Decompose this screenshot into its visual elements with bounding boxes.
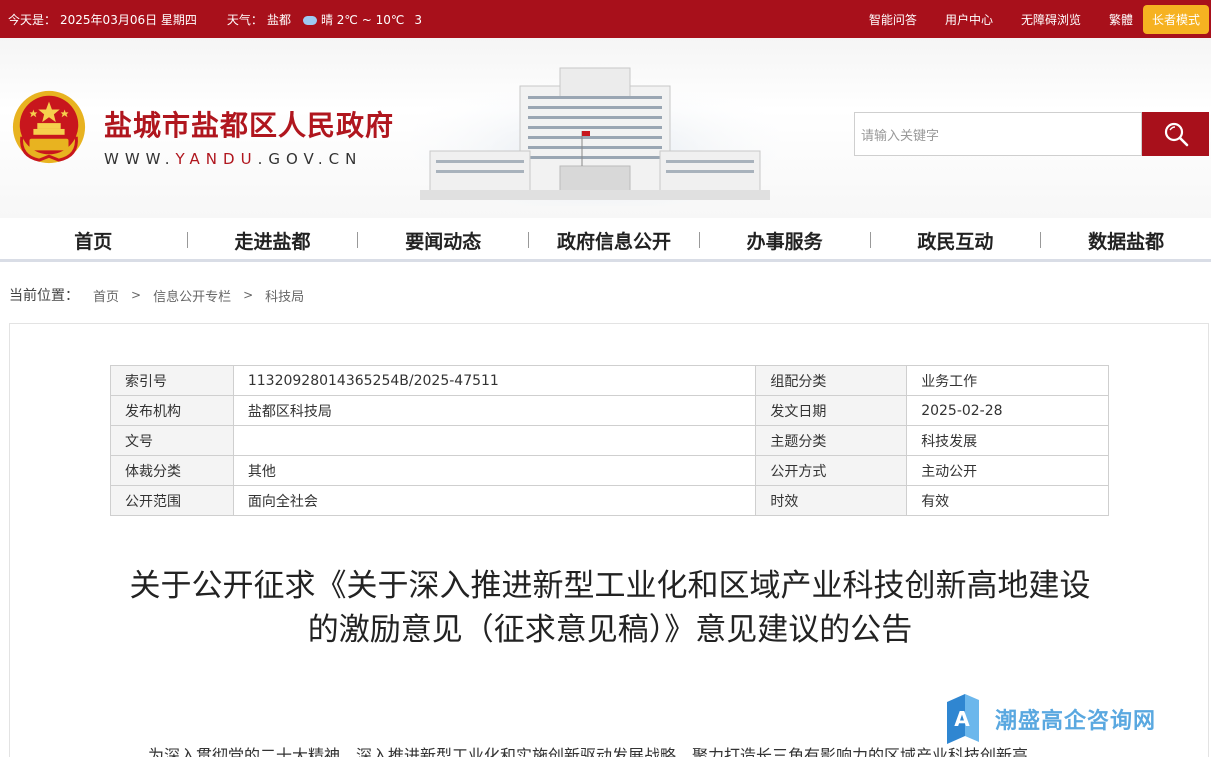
url-prefix: WWW. [104, 150, 176, 168]
meta-value: 2025-02-28 [906, 395, 1109, 426]
breadcrumb-separator: > [243, 288, 254, 302]
article-title-line: 关于公开征求《关于深入推进新型工业化和区域产业科技创新高地建设 [129, 568, 1091, 604]
nav-about-yandu[interactable]: 走进盐都 [188, 227, 358, 254]
date-weather: 今天是： 2025年03月06日 星期四 天气： 盐都 晴 2℃ ~ 10℃ 3 [8, 11, 426, 28]
url-highlight: YANDU [175, 150, 258, 168]
table-row: 体裁分类 其他 公开方式 主动公开 [110, 455, 1109, 486]
top-bar: 今天是： 2025年03月06日 星期四 天气： 盐都 晴 2℃ ~ 10℃ 3… [0, 0, 1211, 38]
watermark: A 潮盛高企咨询网 [943, 694, 1156, 744]
meta-key: 文号 [110, 425, 234, 456]
nav-interaction[interactable]: 政民互动 [871, 227, 1041, 254]
meta-key: 公开范围 [110, 485, 234, 516]
traditional-chinese-link[interactable]: 繁體 [1109, 11, 1133, 28]
meta-value: 11320928014365254B/2025-47511 [232, 365, 757, 396]
nav-home[interactable]: 首页 [0, 227, 187, 254]
breadcrumb-home[interactable]: 首页 [93, 286, 119, 305]
national-emblem-icon [12, 90, 86, 164]
meta-value: 主动公开 [906, 455, 1109, 486]
user-center-link[interactable]: 用户中心 [945, 11, 993, 28]
meta-value: 其他 [232, 455, 757, 486]
meta-value: 盐都区科技局 [232, 395, 757, 426]
meta-key: 公开方式 [755, 455, 908, 486]
breadcrumb-label: 当前位置： [9, 288, 79, 304]
article-title: 关于公开征求《关于深入推进新型工业化和区域产业科技创新高地建设 的激励意见（征求… [10, 564, 1210, 652]
meta-value [232, 425, 757, 456]
cloud-icon [302, 16, 317, 25]
meta-value: 有效 [906, 485, 1109, 516]
site-header: 盐城市盐都区人民政府 WWW.YANDU.GOV.CN 请输入关键字 [0, 38, 1211, 218]
nav-data[interactable]: 数据盐都 [1041, 227, 1211, 254]
weather-text: 晴 2℃ ~ 10℃ [320, 13, 405, 27]
nav-services[interactable]: 办事服务 [700, 227, 870, 254]
metadata-table: 索引号 11320928014365254B/2025-47511 组配分类 业… [110, 365, 1109, 516]
accessibility-link[interactable]: 无障碍浏览 [1021, 11, 1081, 28]
watermark-text: 潮盛高企咨询网 [995, 708, 1157, 734]
search-input[interactable]: 请输入关键字 [854, 112, 1142, 156]
meta-key: 索引号 [110, 365, 234, 396]
breadcrumb: 当前位置： 首页 > 信息公开专栏 > 科技局 [9, 285, 304, 305]
nav-news[interactable]: 要闻动态 [358, 227, 528, 254]
city-text: 盐都 [266, 13, 291, 27]
table-row: 索引号 11320928014365254B/2025-47511 组配分类 业… [110, 365, 1109, 396]
meta-key: 主题分类 [755, 425, 908, 456]
site-title: 盐城市盐都区人民政府 [104, 109, 395, 142]
meta-value: 业务工作 [906, 365, 1109, 396]
meta-key: 体裁分类 [110, 455, 234, 486]
breadcrumb-separator: > [131, 288, 142, 302]
meta-value: 科技发展 [906, 425, 1109, 456]
date-label: 今天是： [8, 13, 57, 27]
watermark-logo-icon: A [947, 694, 979, 744]
watermark-logo-letter: A [954, 707, 970, 731]
table-row: 公开范围 面向全社会 时效 有效 [110, 485, 1109, 516]
weather-label: 天气： [226, 13, 263, 27]
meta-key: 发布机构 [110, 395, 234, 426]
meta-key: 时效 [755, 485, 908, 516]
nav-gov-info[interactable]: 政府信息公开 [529, 227, 699, 254]
table-row: 文号 主题分类 科技发展 [110, 425, 1109, 456]
meta-value: 面向全社会 [232, 485, 757, 516]
nav-underline [0, 259, 1211, 262]
article-panel: 索引号 11320928014365254B/2025-47511 组配分类 业… [9, 323, 1209, 757]
smart-qa-link[interactable]: 智能问答 [869, 11, 917, 28]
meta-key: 发文日期 [755, 395, 908, 426]
main-nav: 首页 走进盐都 要闻动态 政府信息公开 办事服务 政民互动 数据盐都 [0, 218, 1211, 262]
table-row: 发布机构 盐都区科技局 发文日期 2025-02-28 [110, 395, 1109, 426]
meta-key: 组配分类 [755, 365, 908, 396]
elder-mode-button[interactable]: 长者模式 [1142, 4, 1209, 34]
url-suffix: .GOV.CN [257, 150, 363, 168]
breadcrumb-tech-bureau[interactable]: 科技局 [265, 286, 304, 305]
government-building-image [410, 67, 780, 206]
article-title-line: 的激励意见（征求意见稿）》意见建议的公告 [307, 612, 913, 648]
search-icon [1164, 122, 1188, 147]
weather-extra: 3 [414, 12, 422, 27]
date-text: 2025年03月06日 星期四 [60, 13, 197, 27]
breadcrumb-info-column[interactable]: 信息公开专栏 [153, 286, 231, 305]
site-url: WWW.YANDU.GOV.CN [104, 150, 362, 168]
article-body: 为深入贯彻党的二十大精神，深入推进新型工业化和实施创新驱动发展战略，聚力打造长三… [148, 746, 1029, 757]
search-button[interactable] [1142, 112, 1209, 156]
